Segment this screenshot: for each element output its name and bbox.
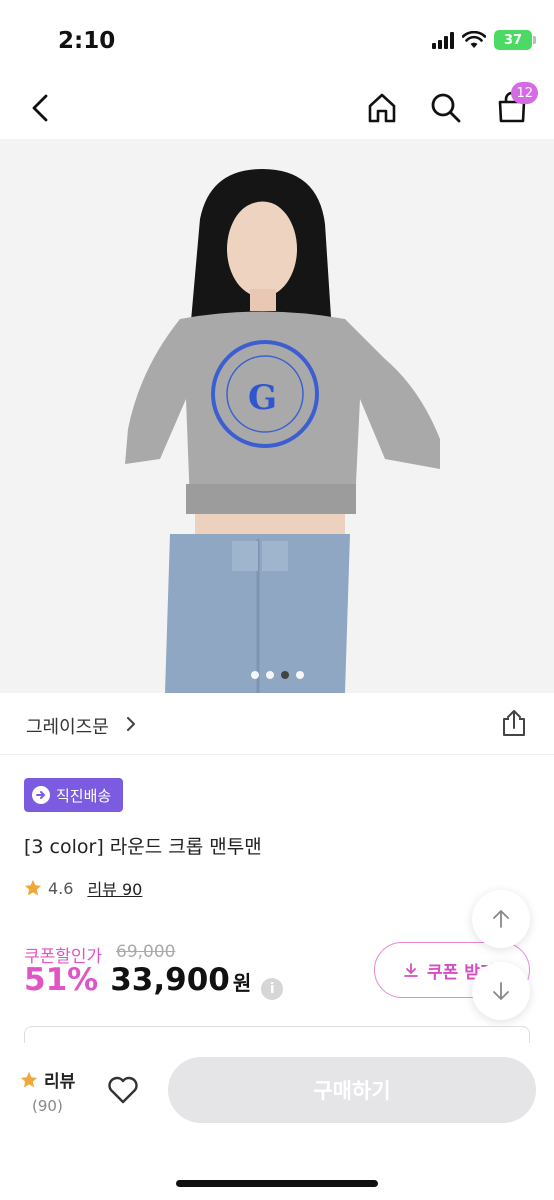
download-icon xyxy=(404,963,418,977)
home-icon[interactable] xyxy=(364,90,400,126)
brand-name-link[interactable]: 그레이즈문 xyxy=(26,713,109,739)
status-icons: 37 xyxy=(432,30,536,50)
currency-unit: 원 xyxy=(232,971,252,995)
arrow-down-icon xyxy=(493,982,509,1000)
home-indicator xyxy=(176,1180,378,1187)
discount-rate: 51% xyxy=(24,962,99,998)
info-icon[interactable]: i xyxy=(261,978,284,1000)
image-pagination xyxy=(0,671,554,679)
product-photo: G xyxy=(0,139,554,693)
cart-button[interactable]: 12 xyxy=(494,82,538,126)
delivery-icon xyxy=(32,786,50,804)
buy-button[interactable]: 구매하기 xyxy=(168,1057,536,1123)
nav-bar: 12 xyxy=(0,80,554,138)
original-price: 69,000 xyxy=(116,942,176,962)
share-icon[interactable] xyxy=(498,707,530,739)
delivery-badge: 직진배송 xyxy=(24,778,124,812)
chevron-right-icon[interactable] xyxy=(122,713,140,735)
heart-icon[interactable] xyxy=(106,1073,140,1107)
scroll-bottom-button[interactable] xyxy=(472,962,530,1020)
scroll-top-button[interactable] xyxy=(472,890,530,948)
svg-text:G: G xyxy=(248,378,277,418)
sale-price: 33,900 xyxy=(110,962,230,998)
pagination-dot[interactable] xyxy=(250,671,259,679)
star-icon xyxy=(24,879,42,896)
battery-level: 37 xyxy=(503,32,523,48)
price-row: 51% 33,900 원 i xyxy=(24,962,284,1000)
battery-icon: 37 xyxy=(494,30,536,50)
product-image[interactable]: G xyxy=(0,139,554,693)
delivery-badge-label: 직진배송 xyxy=(56,786,112,805)
cart-count-badge: 12 xyxy=(511,82,538,104)
pagination-dot[interactable] xyxy=(295,671,304,679)
status-bar: 2:10 37 xyxy=(0,0,554,80)
signal-icon xyxy=(432,31,454,49)
arrow-up-icon xyxy=(493,910,509,928)
review-link[interactable]: 리뷰 90 xyxy=(87,876,142,900)
review-summary[interactable]: 리뷰 xyxy=(20,1067,75,1092)
pagination-dot[interactable] xyxy=(265,671,274,679)
brand-row: 그레이즈문 xyxy=(0,693,554,755)
bottom-action-bar: 리뷰 (90) 구매하기 xyxy=(0,1043,554,1200)
pagination-dot-active[interactable] xyxy=(280,671,289,679)
product-title: [3 color] 라운드 크롭 맨투맨 xyxy=(24,836,262,858)
rating-value: 4.6 xyxy=(48,878,74,898)
back-arrow-icon[interactable] xyxy=(24,90,60,126)
status-time: 2:10 xyxy=(58,28,116,54)
rating-row: 4.6 리뷰 90 xyxy=(24,876,142,900)
star-icon xyxy=(20,1071,38,1087)
search-icon[interactable] xyxy=(428,90,464,126)
review-summary-count: (90) xyxy=(32,1097,63,1115)
review-summary-label: 리뷰 xyxy=(44,1072,76,1092)
wifi-icon xyxy=(462,31,486,48)
